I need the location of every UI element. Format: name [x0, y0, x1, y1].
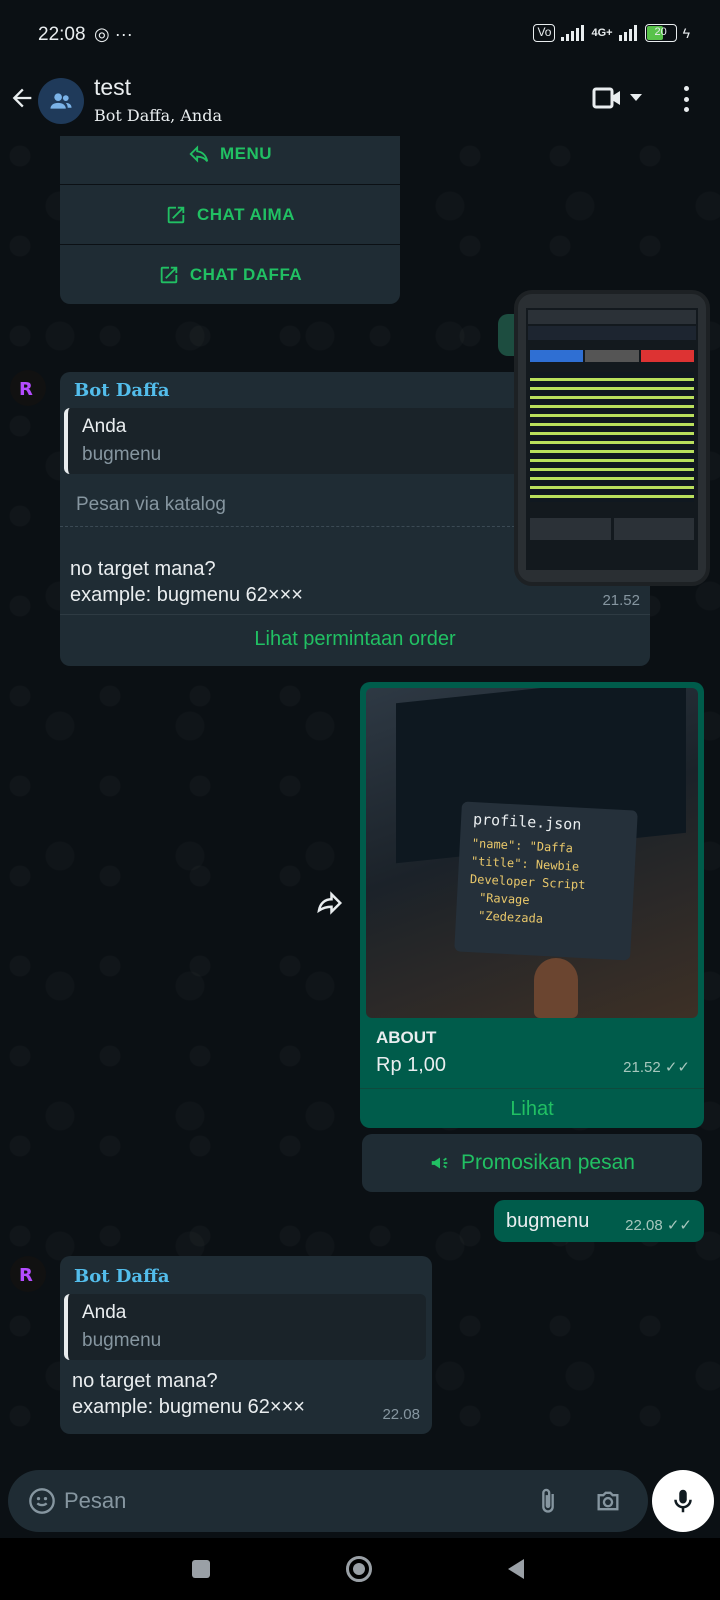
signal-icon-2: [618, 25, 637, 41]
message-time: 21.52: [602, 592, 640, 609]
open-external-icon: [167, 206, 185, 223]
sticker-icon[interactable]: [28, 1487, 56, 1515]
quote-text: bugmenu: [82, 1330, 162, 1351]
thumbnail-screen: [526, 308, 698, 570]
message-line-1: no target mana?: [70, 558, 216, 580]
divider: [60, 614, 650, 615]
product-price: Rp 1,00: [376, 1054, 447, 1076]
battery-icon: 20: [644, 24, 677, 42]
outgoing-text: bugmenu: [506, 1210, 590, 1232]
sender-name[interactable]: Bot Daffa: [74, 380, 170, 401]
product-image[interactable]: profile.json "name": "Daffa "title": New…: [366, 688, 698, 1018]
back-button[interactable]: [508, 1559, 524, 1579]
anime-sticker: [534, 958, 578, 1018]
status-notification-icons: ◎ ···: [94, 24, 133, 44]
read-receipt-icon: ✓✓: [664, 1059, 690, 1076]
reply-icon: [189, 145, 209, 163]
quote-author: Anda: [82, 416, 127, 437]
quote-author: Anda: [82, 1302, 127, 1323]
product-message[interactable]: profile.json "name": "Daffa "title": New…: [360, 682, 704, 1128]
message-line-1: no target mana?: [72, 1370, 218, 1392]
chat-participants[interactable]: Bot Daffa, Anda: [94, 106, 222, 125]
chat-aima-label: CHAT AIMA: [197, 204, 295, 224]
chat-area[interactable]: MENU CHAT AIMA CHAT DAFFA R Bot Daffa An…: [0, 136, 720, 1468]
recents-button[interactable]: [192, 1560, 210, 1578]
read-receipt-icon: ✓✓: [666, 1217, 692, 1234]
megaphone-icon: [431, 1157, 448, 1169]
quick-reply-buttons: MENU CHAT AIMA CHAT DAFFA: [60, 136, 400, 304]
chat-daffa-label: CHAT DAFFA: [189, 264, 303, 284]
call-options-caret-icon[interactable]: [630, 94, 642, 101]
cart-logo-icon: R: [19, 379, 33, 400]
group-avatar[interactable]: [38, 78, 84, 124]
view-order-link[interactable]: Lihat permintaan order: [60, 628, 650, 651]
divider: [360, 1088, 704, 1089]
outgoing-time: 22.08 ✓✓: [625, 1217, 692, 1234]
system-navigation-bar: [0, 1538, 720, 1600]
more-options-icon[interactable]: [684, 86, 690, 112]
promote-message-button[interactable]: Promosikan pesan: [362, 1134, 702, 1192]
quoted-message[interactable]: Anda bugmenu: [64, 408, 519, 474]
message-line-2: example: bugmenu 62×××: [72, 1396, 305, 1418]
svg-text:R: R: [19, 379, 33, 400]
outgoing-message[interactable]: bugmenu 22.08 ✓✓: [494, 1200, 704, 1242]
chat-header: test Bot Daffa, Anda: [0, 72, 720, 136]
product-time: 21.52 ✓✓: [623, 1059, 690, 1076]
message-input-bar[interactable]: Pesan: [8, 1470, 648, 1532]
product-title: ABOUT: [376, 1028, 437, 1047]
avatar[interactable]: R: [10, 1256, 46, 1292]
quote-text: bugmenu: [82, 444, 162, 465]
status-right-icons: Vo 4G+ 20 ϟ: [533, 24, 690, 42]
svg-text:R: R: [19, 1265, 33, 1286]
signal-icon: [561, 25, 585, 41]
menu-button-label: MENU: [219, 144, 273, 163]
code-line: "Zedezada: [477, 908, 544, 926]
chat-daffa-button[interactable]: CHAT DAFFA: [60, 244, 400, 304]
message-input[interactable]: Pesan: [64, 1488, 126, 1514]
group-icon: [50, 93, 72, 109]
menu-button[interactable]: MENU: [60, 136, 400, 184]
status-time: 22:08: [38, 24, 86, 45]
promote-label: Promosikan pesan: [461, 1151, 635, 1174]
forward-icon[interactable]: [314, 888, 344, 918]
volte-icon: Vo: [533, 24, 556, 42]
charging-icon: ϟ: [682, 25, 690, 41]
sender-name[interactable]: Bot Daffa: [74, 1266, 170, 1287]
code-card-title: profile.json: [472, 810, 582, 834]
voice-record-button[interactable]: [652, 1470, 714, 1532]
network-type: 4G+: [591, 27, 613, 39]
open-external-icon: [160, 266, 178, 283]
back-arrow-icon[interactable]: [8, 84, 36, 112]
status-bar: 22:08 ◎ ··· Vo 4G+ 20 ϟ: [0, 0, 720, 72]
screenshot-thumbnail[interactable]: [514, 290, 710, 586]
microphone-icon: [674, 1489, 692, 1513]
chat-title[interactable]: test: [94, 74, 131, 101]
incoming-message[interactable]: Bot Daffa Anda bugmenu no target mana? e…: [60, 1256, 432, 1434]
attach-icon[interactable]: [534, 1487, 562, 1515]
view-product-button[interactable]: Lihat: [360, 1098, 704, 1121]
quoted-message[interactable]: Anda bugmenu: [64, 1294, 426, 1360]
video-call-icon[interactable]: [592, 86, 622, 110]
camera-icon[interactable]: [594, 1487, 622, 1515]
chat-aima-button[interactable]: CHAT AIMA: [60, 184, 400, 244]
cart-logo-icon: R: [19, 1265, 33, 1286]
avatar[interactable]: R: [10, 370, 46, 406]
home-button[interactable]: [346, 1556, 372, 1582]
catalog-label: Pesan via katalog: [60, 484, 515, 527]
code-card: profile.json "name": "Daffa "title": New…: [454, 801, 638, 961]
message-time: 22.08: [382, 1406, 420, 1423]
message-line-2: example: bugmenu 62×××: [70, 584, 303, 606]
